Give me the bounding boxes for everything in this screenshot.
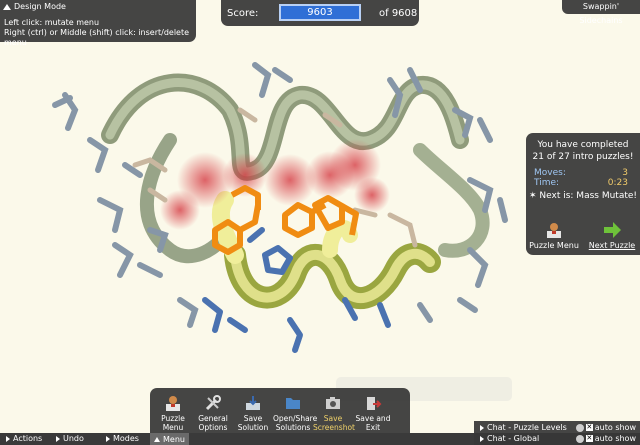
actions-label: Actions: [13, 434, 43, 443]
puzzle-menu-icon: [547, 223, 561, 238]
arrow-right-icon: [106, 435, 110, 442]
menu-button[interactable]: Menu: [150, 433, 189, 445]
arrow-up-icon: [154, 437, 160, 442]
tool-label-2a: General: [198, 414, 228, 423]
next-puzzle-label-btn: Next Puzzle: [588, 241, 636, 250]
tool-label-5a: Save: [323, 414, 343, 423]
auto-show-label-2: auto show: [594, 434, 636, 443]
completion-panel: You have completed 21 of 27 intro puzzle…: [526, 133, 640, 255]
tool-label-4a: Open/Share: [273, 414, 318, 423]
open-share-tool[interactable]: Open/Share Solutions: [273, 394, 317, 432]
chat-panel: Chat - Puzzle Levels ✕ auto show Chat - …: [474, 421, 640, 445]
arrow-right-icon: [56, 435, 60, 442]
modes-button[interactable]: Modes: [106, 434, 139, 443]
puzzle-menu-label: Puzzle Menu: [529, 241, 579, 250]
status-dot-icon: [575, 434, 584, 443]
checkbox-checked-icon[interactable]: ✕: [585, 424, 593, 431]
arrow-right-icon: [604, 222, 621, 238]
arrow-right-icon: [480, 424, 484, 431]
chat-puzzle-levels[interactable]: Chat - Puzzle Levels: [480, 423, 567, 432]
tool-label-5b: Screenshot: [313, 423, 355, 432]
menu-label: Menu: [163, 435, 185, 444]
design-hint-right: Right (ctrl) or Middle (shift) click: in…: [4, 28, 190, 47]
next-puzzle-label: Next is: Mass Mutate!: [539, 191, 638, 201]
undo-button[interactable]: Undo: [56, 434, 84, 443]
star-icon: ✶: [528, 191, 537, 201]
save-solution-icon: [246, 396, 260, 410]
score-value: 9603: [279, 4, 361, 21]
general-options-tool[interactable]: General Options: [193, 394, 233, 432]
auto-show-global[interactable]: ✕ auto show: [575, 434, 636, 443]
undo-label: Undo: [63, 434, 84, 443]
design-hint-left: Left click: mutate menu: [4, 18, 100, 27]
chat-global[interactable]: Chat - Global: [480, 434, 539, 443]
save-screenshot-tool[interactable]: Save Screenshot: [313, 394, 355, 432]
next-puzzle-button[interactable]: Next Puzzle: [586, 221, 638, 250]
puzzle-menu-button[interactable]: Puzzle Menu: [528, 221, 580, 250]
design-mode-title: Design Mode: [14, 2, 66, 11]
auto-show-levels[interactable]: ✕ auto show: [575, 423, 636, 432]
tool-label-2b: Options: [198, 423, 228, 432]
tool-label-1b: Menu: [162, 423, 184, 432]
auto-show-label: auto show: [594, 423, 636, 432]
tool-label-3a: Save: [243, 414, 263, 423]
modes-label: Modes: [113, 434, 139, 443]
main-toolbar: Puzzle Menu General Options Save Solutio…: [150, 388, 410, 435]
save-solution-tool[interactable]: Save Solution: [233, 394, 273, 432]
design-mode-panel: Design Mode Left click: mutate menu Righ…: [0, 0, 196, 47]
collapse-triangle-icon[interactable]: [3, 4, 11, 10]
completion-line1: You have completed: [537, 140, 629, 150]
status-dot-icon: [575, 423, 584, 432]
score-target: of 9608: [379, 8, 418, 19]
time-label: Time:: [534, 178, 560, 188]
tool-label-3b: Solution: [237, 423, 269, 432]
save-and-exit-tool[interactable]: Save and Exit: [353, 394, 393, 432]
moves-label: Moves:: [534, 168, 566, 178]
puzzle-menu-icon: [166, 396, 180, 411]
checkbox-checked-icon[interactable]: ✕: [585, 435, 593, 442]
tool-label-4b: Solutions: [275, 423, 311, 432]
score-label: Score:: [227, 8, 259, 19]
wrench-icon: [205, 395, 221, 411]
camera-icon: [326, 397, 340, 409]
tool-label-6a: Save and: [355, 414, 391, 423]
moves-value: 3: [622, 168, 628, 178]
tool-label-1a: Puzzle: [161, 414, 185, 423]
arrow-right-icon: [6, 435, 10, 442]
arrow-right-icon: [480, 435, 484, 442]
tool-label-6b: Exit: [365, 423, 381, 432]
completion-line2: 21 of 27 intro puzzles!: [532, 152, 634, 162]
puzzle-menu-tool[interactable]: Puzzle Menu: [153, 394, 193, 432]
time-value: 0:23: [607, 178, 628, 188]
score-bar: Score: 9603 of 9608: [221, 0, 419, 26]
actions-button[interactable]: Actions: [6, 434, 42, 443]
chat-global-label: Chat - Global: [487, 434, 540, 443]
exit-icon: [367, 397, 382, 410]
folder-icon: [286, 398, 300, 409]
puzzle-title: Swappin' Sidechains: [562, 0, 640, 25]
chat-levels-label: Chat - Puzzle Levels: [487, 423, 567, 432]
